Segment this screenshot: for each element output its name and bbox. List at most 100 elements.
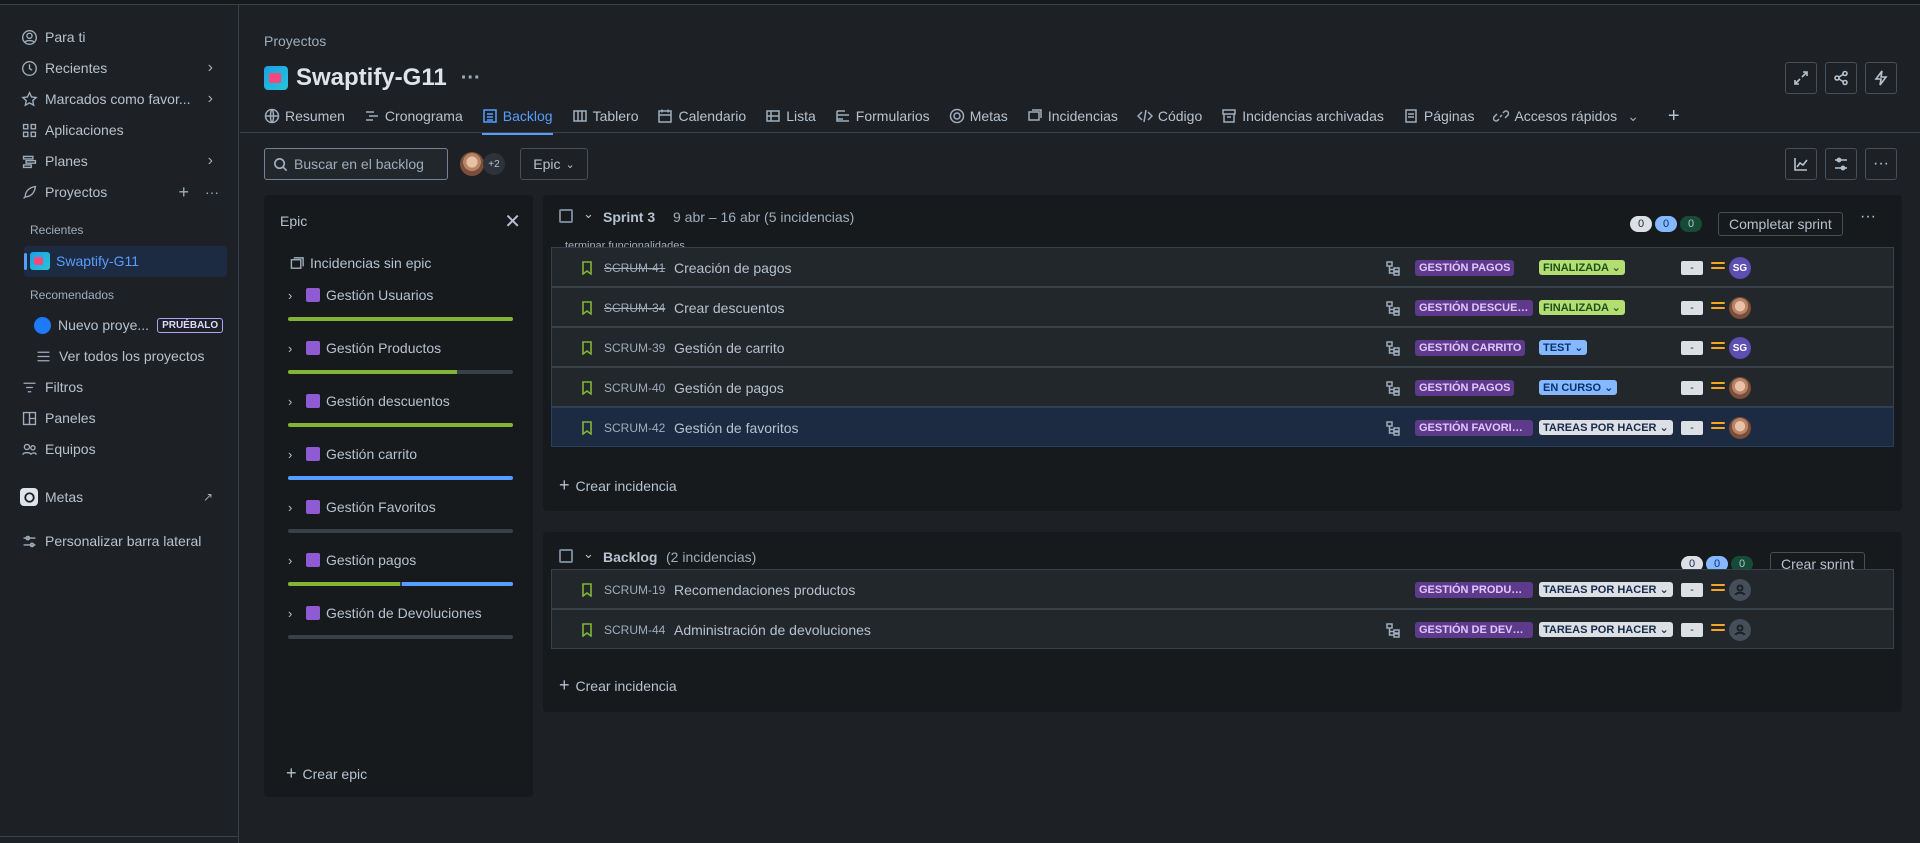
epic-item[interactable]: › Gestión pagos (288, 550, 513, 586)
epic-lozenge[interactable]: GESTIÓN CARRITO (1415, 340, 1526, 356)
estimate-badge[interactable]: - (1681, 583, 1703, 597)
chevron-right-icon[interactable]: › (288, 394, 306, 409)
more-avatars-badge[interactable]: +2 (483, 153, 505, 175)
issue-key[interactable]: SCRUM-40 (604, 381, 665, 395)
child-issues-icon[interactable] (1385, 622, 1401, 641)
sidebar-item-proyectos[interactable]: Proyectos + ··· (0, 177, 239, 207)
estimate-badge[interactable]: - (1681, 301, 1703, 315)
epic-item[interactable]: › Gestión Usuarios (288, 285, 513, 321)
sidebar-item-filtros[interactable]: Filtros (0, 372, 239, 402)
tab-backlog[interactable]: Backlog (481, 102, 553, 135)
child-issues-icon[interactable] (1385, 300, 1401, 319)
estimate-badge[interactable]: - (1681, 623, 1703, 637)
share-button[interactable] (1825, 62, 1857, 94)
tab-accesos-rapidos[interactable]: Accesos rápidos ⌄ (1493, 102, 1639, 130)
issue-row[interactable]: SCRUM-39 Gestión de carrito GESTIÓN CARRIT… (551, 327, 1894, 367)
status-dropdown[interactable]: TEST ⌄ (1539, 340, 1588, 355)
chevron-down-icon[interactable]: ⌄ (583, 206, 594, 222)
child-issues-icon[interactable] (1385, 340, 1401, 359)
avatar[interactable] (1729, 377, 1751, 399)
issue-summary[interactable]: Administración de devoluciones (674, 622, 871, 638)
epic-lozenge[interactable]: GESTIÓN PAGOS (1415, 260, 1515, 276)
tab-tablero[interactable]: Tablero (572, 102, 638, 130)
sprint-more-button[interactable]: ··· (1860, 208, 1876, 226)
insights-button[interactable] (1785, 148, 1817, 180)
estimate-badge[interactable]: - (1681, 421, 1703, 435)
epic-lozenge[interactable]: GESTIÓN PRODUCTOS (1415, 582, 1533, 598)
avatar[interactable] (460, 152, 484, 176)
issue-key[interactable]: SCRUM-34 (604, 301, 665, 315)
sidebar-item-aplicaciones[interactable]: Aplicaciones (0, 115, 239, 145)
sidebar-item-para-ti[interactable]: Para ti (0, 22, 239, 52)
issue-key[interactable]: SCRUM-44 (604, 623, 665, 637)
no-epic-item[interactable]: Incidencias sin epic (290, 255, 431, 271)
epic-lozenge[interactable]: GESTIÓN DESCUENTOS (1415, 300, 1533, 316)
estimate-badge[interactable]: - (1681, 381, 1703, 395)
chevron-right-icon[interactable]: › (288, 341, 306, 356)
sidebar-new-project[interactable]: Nuevo proye... PRUÉBALO (0, 310, 239, 340)
sidebar-item-equipos[interactable]: Equipos (0, 434, 239, 464)
chevron-right-icon[interactable]: › (288, 500, 306, 515)
issue-key[interactable]: SCRUM-19 (604, 583, 665, 597)
issue-summary[interactable]: Creación de pagos (674, 260, 792, 276)
create-issue-button[interactable]: + Crear incidencia (559, 675, 677, 696)
sidebar-item-paneles[interactable]: Paneles (0, 403, 239, 433)
tab-resumen[interactable]: Resumen (264, 102, 345, 130)
issue-key[interactable]: SCRUM-39 (604, 341, 665, 355)
create-epic-button[interactable]: + Crear epic (286, 763, 367, 784)
issue-summary[interactable]: Gestión de favoritos (674, 420, 799, 436)
status-dropdown[interactable]: EN CURSO ⌄ (1539, 380, 1618, 395)
issue-row[interactable]: SCRUM-42 Gestión de favoritos GESTIÓN FAVO… (551, 407, 1894, 447)
avatar[interactable]: SG (1729, 337, 1751, 359)
add-project-icon[interactable]: + (178, 182, 189, 203)
sidebar-project-swaptify[interactable]: Swaptify-G11 (0, 246, 239, 276)
epic-lozenge[interactable]: GESTIÓN DE DEVOLUCI... (1415, 622, 1533, 638)
status-dropdown[interactable]: TAREAS POR HACER ⌄ (1539, 420, 1673, 435)
sidebar-item-recientes[interactable]: Recientes › (0, 53, 239, 83)
sidebar-all-projects[interactable]: Ver todos los proyectos (0, 341, 239, 371)
chevron-down-icon[interactable]: ⌄ (583, 546, 594, 562)
epic-item[interactable]: › Gestión carrito (288, 444, 513, 480)
epic-lozenge[interactable]: GESTIÓN PAGOS (1415, 380, 1515, 396)
avatar[interactable]: SG (1729, 257, 1751, 279)
issue-summary[interactable]: Gestión de carrito (674, 340, 785, 356)
close-icon[interactable]: ✕ (504, 209, 521, 234)
search-input[interactable]: Buscar en el backlog (264, 148, 448, 180)
avatar[interactable] (1729, 297, 1751, 319)
status-dropdown[interactable]: FINALIZADA ⌄ (1539, 300, 1625, 315)
automation-button[interactable] (1865, 62, 1897, 94)
sidebar-customize[interactable]: Personalizar barra lateral (0, 526, 239, 556)
epic-item[interactable]: › Gestión descuentos (288, 391, 513, 427)
tab-calendario[interactable]: Calendario (657, 102, 746, 130)
issue-row[interactable]: SCRUM-44 Administración de devoluciones GE… (551, 609, 1894, 649)
child-issues-icon[interactable] (1385, 420, 1401, 439)
tab-paginas[interactable]: Páginas (1403, 102, 1474, 130)
add-tab-icon[interactable]: + (1668, 102, 1680, 130)
external-link-icon[interactable]: ↗ (203, 490, 213, 504)
project-more-button[interactable]: ··· (461, 67, 481, 90)
issue-summary[interactable]: Recomendaciones productos (674, 582, 855, 598)
status-dropdown[interactable]: TAREAS POR HACER ⌄ (1539, 622, 1673, 637)
tab-metas[interactable]: Metas (949, 102, 1008, 130)
chevron-right-icon[interactable]: › (288, 606, 306, 621)
chevron-right-icon[interactable]: › (208, 90, 213, 108)
tab-formularios[interactable]: Formularios (835, 102, 930, 130)
issue-row[interactable]: SCRUM-34 Crear descuentos GESTIÓN DESCUENT… (551, 287, 1894, 327)
issue-row[interactable]: SCRUM-19 Recomendaciones productos GESTIÓN… (551, 569, 1894, 609)
epic-lozenge[interactable]: GESTIÓN FAVORITOS (1415, 420, 1533, 436)
tab-codigo[interactable]: Código (1136, 102, 1202, 130)
tab-cronograma[interactable]: Cronograma (364, 102, 463, 130)
view-settings-button[interactable] (1825, 148, 1857, 180)
chevron-right-icon[interactable]: › (208, 152, 213, 170)
more-actions-button[interactable]: ··· (1865, 148, 1897, 180)
complete-sprint-button[interactable]: Completar sprint (1718, 212, 1843, 236)
sidebar-item-planes[interactable]: Planes › (0, 146, 239, 176)
child-issues-icon[interactable] (1385, 260, 1401, 279)
epic-item[interactable]: › Gestión Productos (288, 338, 513, 374)
issue-row[interactable]: SCRUM-40 Gestión de pagos GESTIÓN PAGOS EN … (551, 367, 1894, 407)
more-icon[interactable]: ··· (205, 184, 219, 200)
breadcrumb[interactable]: Proyectos (264, 33, 326, 49)
epic-item[interactable]: › Gestión de Devoluciones (288, 603, 513, 639)
child-issues-icon[interactable] (1385, 380, 1401, 399)
avatar[interactable] (1729, 417, 1751, 439)
